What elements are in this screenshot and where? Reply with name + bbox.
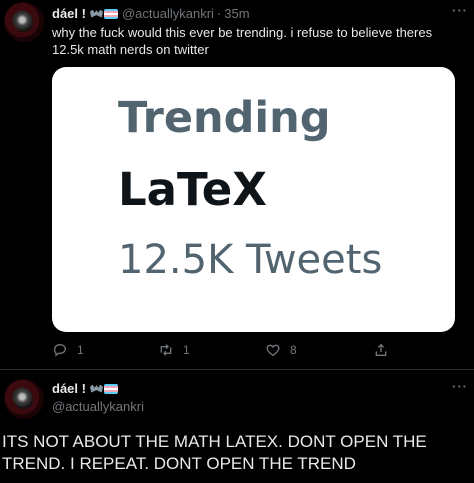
- media-tweet-count: 12.5K Tweets: [118, 237, 383, 283]
- retweet-count: 1: [183, 343, 190, 357]
- tweet-first[interactable]: dáel ! @actuallykankri · 35m ··· why the…: [0, 0, 474, 370]
- media-image[interactable]: Trending LaTeX 12.5K Tweets: [52, 67, 455, 332]
- reply-icon: [53, 343, 67, 357]
- share-button[interactable]: [373, 342, 398, 358]
- trans-flag-icon: [103, 8, 118, 19]
- tweet-header: dáel ! @actuallykankri · 35m: [52, 6, 250, 21]
- timestamp[interactable]: 35m: [224, 6, 249, 21]
- like-count: 8: [290, 343, 297, 357]
- share-icon: [375, 343, 387, 356]
- reply-button[interactable]: 1: [52, 342, 84, 358]
- user-handle[interactable]: @actuallykankri: [52, 399, 144, 414]
- avatar[interactable]: [4, 379, 44, 419]
- bat-icon: [89, 9, 103, 18]
- retweet-icon: [160, 344, 172, 356]
- more-options-icon[interactable]: ···: [452, 379, 468, 394]
- tweet-text: ITS NOT ABOUT THE MATH LATEX. DONT OPEN …: [2, 432, 427, 473]
- trans-flag-icon: [103, 383, 118, 394]
- avatar[interactable]: [4, 2, 44, 42]
- bat-icon: [89, 384, 103, 393]
- reply-count: 1: [77, 343, 84, 357]
- media-trending-label: Trending: [118, 93, 331, 143]
- display-name[interactable]: dáel !: [52, 381, 86, 396]
- separator: ·: [216, 6, 222, 21]
- retweet-button[interactable]: 1: [158, 342, 190, 358]
- tweet-actions: 1 1 8: [0, 342, 474, 362]
- tweet-header: dáel !: [52, 381, 118, 396]
- display-name[interactable]: dáel !: [52, 6, 86, 21]
- heart-icon: [266, 344, 280, 357]
- media-topic: LaTeX: [118, 163, 267, 216]
- name-badges: [89, 8, 118, 19]
- name-badges: [89, 383, 118, 394]
- like-button[interactable]: 8: [265, 342, 297, 358]
- tweet-text: why the fuck would this ever be trending…: [52, 25, 433, 57]
- user-handle[interactable]: @actuallykankri: [122, 6, 214, 21]
- more-options-icon[interactable]: ···: [452, 3, 468, 18]
